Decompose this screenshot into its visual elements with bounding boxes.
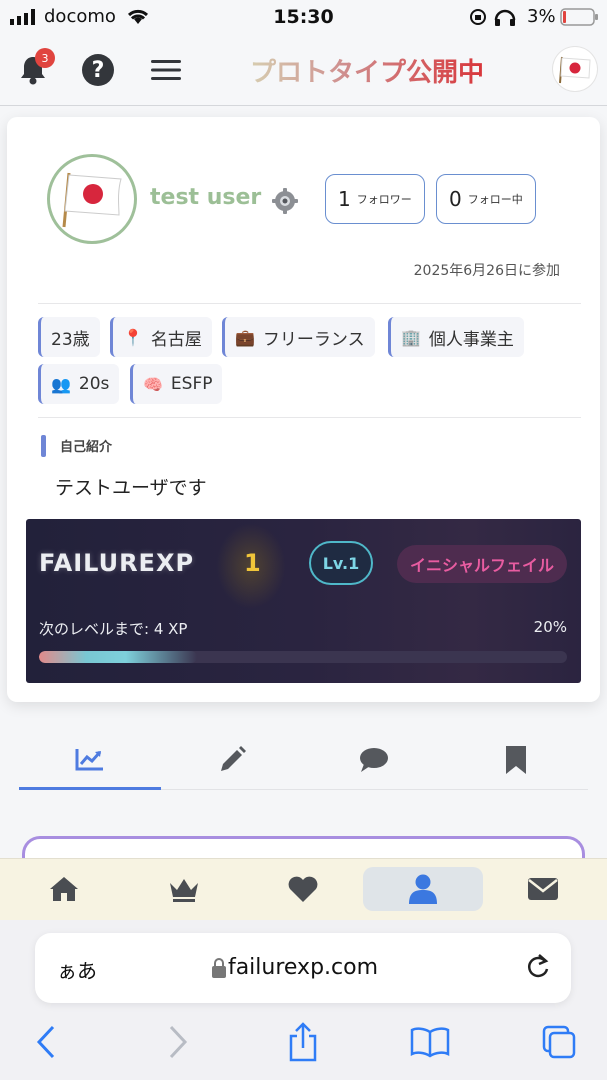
tabs-button[interactable]: [537, 1020, 581, 1064]
signal-icon: [10, 9, 35, 25]
reload-icon[interactable]: [525, 953, 551, 981]
people-icon: 👥: [51, 374, 71, 394]
hamburger-icon: [151, 60, 181, 80]
divider: [38, 303, 581, 304]
username: test user: [150, 185, 262, 210]
share-button[interactable]: [281, 1020, 325, 1064]
wifi-icon: [127, 9, 149, 24]
rotation-lock-icon: [470, 9, 486, 25]
xp-percent: 20%: [533, 618, 567, 636]
japan-flag-icon: [559, 56, 591, 84]
settings-gear-icon[interactable]: [271, 187, 299, 215]
crown-icon: [170, 879, 198, 902]
intro-accent-bar: [41, 435, 46, 457]
nav-likes[interactable]: [243, 867, 363, 911]
user-avatar-button[interactable]: [553, 47, 597, 91]
bookmarks-button[interactable]: [408, 1020, 452, 1064]
book-icon: [410, 1027, 450, 1058]
following-label: フォロー中: [467, 193, 523, 206]
tag-location: 📍 名古屋: [110, 317, 212, 357]
nav-ranking[interactable]: [124, 867, 244, 911]
tag-text: フリーランス: [262, 329, 365, 350]
notification-badge: 3: [35, 48, 55, 68]
intro-text: テストユーザです: [55, 477, 207, 499]
forward-button[interactable]: [156, 1020, 200, 1064]
tag-occupation: 💼 フリーランス: [222, 317, 375, 357]
tag-employment: 🏢 個人事業主: [388, 317, 524, 357]
comment-icon: [360, 748, 388, 772]
nav-home[interactable]: [4, 867, 124, 911]
chevron-left-icon: [36, 1025, 55, 1059]
rank-title-badge: イニシャルフェイル: [397, 545, 567, 583]
notification-button[interactable]: [11, 34, 55, 106]
address-bar[interactable]: ぁあ failurexp.com: [35, 933, 571, 1003]
followers-button[interactable]: 1 フォロワー: [325, 174, 425, 224]
chevron-right-icon: [169, 1025, 188, 1059]
tabs-icon: [542, 1025, 576, 1059]
help-icon: ?: [82, 54, 114, 86]
bottom-navigation: [0, 858, 607, 920]
browser-toolbar: ぁあ failurexp.com: [0, 920, 607, 1080]
briefcase-icon: 💼: [235, 327, 255, 347]
tag-text: ESFP: [170, 374, 213, 394]
next-level-text: 次のレベルまで: 4 XP: [39, 620, 188, 638]
xp-panel: FAILUREXP 1 Lv.1 イニシャルフェイル 次のレベルまで: 4 XP…: [26, 519, 581, 683]
profile-avatar: [47, 154, 137, 244]
share-icon: [289, 1022, 317, 1062]
heart-icon: [288, 876, 318, 902]
xp-progress-track: [39, 651, 567, 663]
tag-text: 名古屋: [150, 329, 202, 350]
tag-personality: 🧠 ESFP: [130, 364, 223, 404]
intro-label: 自己紹介: [60, 440, 113, 455]
level-badge: Lv.1: [309, 541, 373, 585]
menu-button[interactable]: [144, 34, 188, 106]
japan-flag-icon: [62, 172, 122, 228]
chart-line-icon: [75, 748, 103, 770]
battery-percent: 3%: [527, 6, 556, 27]
followers-label: フォロワー: [356, 193, 412, 206]
bookmark-icon: [506, 746, 526, 774]
following-button[interactable]: 0 フォロー中: [436, 174, 536, 224]
xp-progress-fill: [39, 651, 198, 663]
tab-posts[interactable]: [161, 730, 303, 790]
envelope-icon: [528, 878, 558, 900]
tag-age: 23歳: [38, 317, 100, 357]
joined-date: 2025年6月26日に参加: [413, 263, 560, 279]
tag-text: 20s: [78, 374, 110, 394]
office-building-icon: 🏢: [401, 327, 421, 347]
tag-text: 23歳: [51, 329, 90, 350]
following-count: 0: [449, 187, 462, 211]
home-icon: [50, 877, 78, 901]
app-header: 3 ? プロトタイプ公開中: [0, 34, 607, 106]
brain-icon: 🧠: [143, 374, 163, 394]
pencil-icon: [221, 746, 246, 771]
user-icon: [409, 874, 437, 904]
nav-messages[interactable]: [483, 867, 603, 911]
battery-icon: [560, 8, 598, 26]
profile-tabs: [19, 730, 588, 790]
tag-text: 個人事業主: [428, 329, 514, 350]
divider: [38, 417, 581, 418]
url-text: failurexp.com: [227, 955, 379, 980]
xp-logo: FAILUREXP: [39, 549, 195, 577]
tab-stats[interactable]: [19, 730, 161, 790]
pin-icon: 📍: [123, 327, 143, 347]
headphones-icon: [494, 9, 516, 26]
back-button[interactable]: [24, 1020, 68, 1064]
status-bar: docomo 15:30 3%: [0, 0, 607, 34]
nav-profile[interactable]: [363, 867, 483, 911]
carrier-name: docomo: [44, 6, 116, 27]
tab-comments[interactable]: [303, 730, 445, 790]
followers-count: 1: [338, 187, 351, 211]
tag-generation: 👥 20s: [38, 364, 120, 404]
profile-card: test user 1 フォロワー 0 フォロー中 2025年6月26日に参加 …: [7, 117, 600, 702]
help-button[interactable]: ?: [76, 34, 120, 106]
tab-bookmarks[interactable]: [445, 730, 587, 790]
level-number: 1: [244, 549, 261, 577]
brand-title[interactable]: プロトタイプ公開中: [250, 52, 484, 89]
